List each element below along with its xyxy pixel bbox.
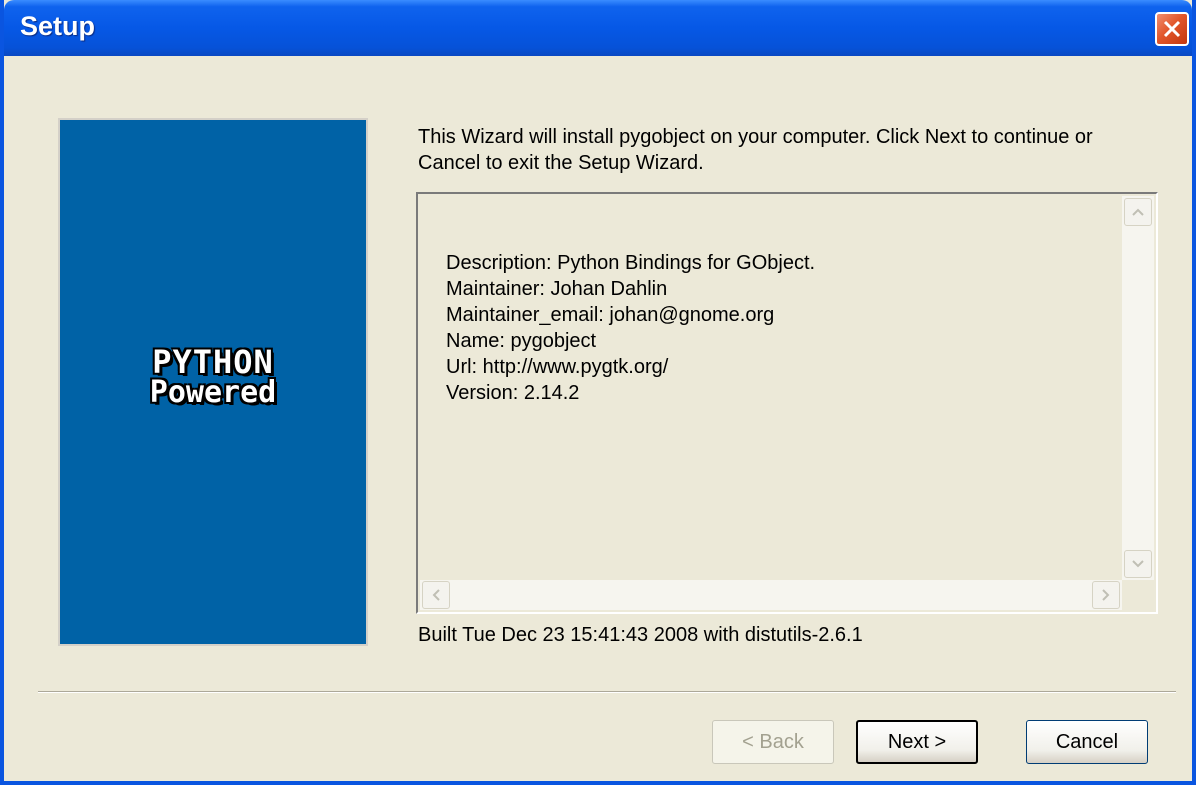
close-button[interactable] [1155,12,1189,46]
detail-maintainer-email: Maintainer_email: johan@gnome.org [446,304,775,326]
chevron-right-icon [1102,589,1110,601]
detail-maintainer: Maintainer: Johan Dahlin [446,278,668,300]
chevron-up-icon [1132,208,1144,216]
logo-line1: PYTHON [152,343,274,381]
chevron-down-icon [1132,560,1144,568]
detail-description: Description: Python Bindings for GObject… [446,252,816,274]
python-powered-logo: PYTHON Powered [60,346,366,408]
next-button[interactable]: Next > [856,720,978,764]
intro-text: This Wizard will install pygobject on yo… [418,126,1093,174]
details-textbox[interactable]: Description: Python Bindings for GObject… [416,192,1158,614]
scroll-down-button[interactable] [1124,550,1152,578]
build-info: Built Tue Dec 23 15:41:43 2008 with dist… [418,624,863,646]
logo-line2: Powered [149,375,277,410]
scroll-right-button[interactable] [1092,581,1120,609]
title-bar[interactable]: Setup [4,0,1192,56]
scroll-up-button[interactable] [1124,198,1152,226]
details-content: Description: Python Bindings for GObject… [446,250,815,406]
detail-version: Version: 2.14.2 [446,382,580,404]
vertical-scrollbar[interactable] [1122,196,1154,580]
chevron-left-icon [432,589,440,601]
scrollbar-corner [1122,580,1154,610]
horizontal-scrollbar[interactable] [420,580,1122,610]
detail-name: Name: pygobject [446,330,597,352]
window-title: Setup [20,11,96,41]
setup-window: Setup PYTHON Powered This Wizard will in… [0,0,1196,785]
back-button[interactable]: < Back [712,720,834,764]
wizard-banner: PYTHON Powered [58,118,368,646]
divider [38,691,1176,693]
detail-url: Url: http://www.pygtk.org/ [446,356,669,378]
cancel-button[interactable]: Cancel [1026,720,1148,764]
close-icon [1163,20,1181,38]
scroll-left-button[interactable] [422,581,450,609]
